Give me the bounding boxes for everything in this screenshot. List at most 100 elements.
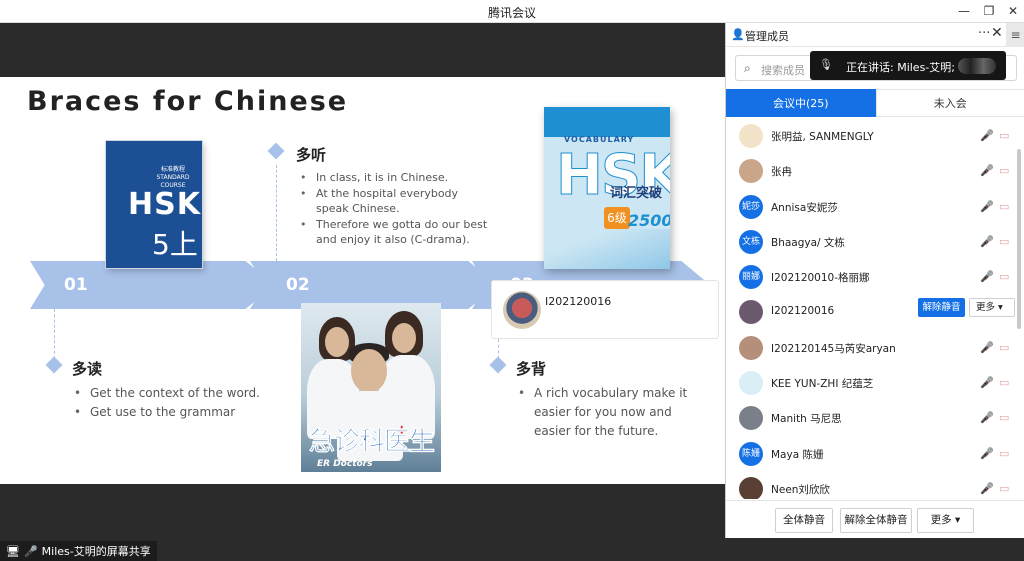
camera-off-icon[interactable]: ▭ xyxy=(999,341,1009,354)
member-name: I202120010-格丽娜 xyxy=(771,270,870,285)
member-name: Maya 陈姗 xyxy=(771,447,823,462)
member-avatar xyxy=(739,477,763,499)
section-heading: 多背 xyxy=(516,358,546,379)
speaker-video-tile[interactable]: I202120016 xyxy=(491,280,719,339)
poster-subtitle: ER Doctors xyxy=(317,459,372,469)
book-top-band xyxy=(544,107,670,137)
member-name: KEE YUN-ZHI 纪蕴芝 xyxy=(771,376,873,391)
section-heading: 多读 xyxy=(72,358,102,379)
book-level: 5上 xyxy=(152,223,198,263)
more-options-icon[interactable]: ··· xyxy=(978,26,990,41)
section-heading: 多听 xyxy=(296,144,326,165)
mic-muted-icon[interactable]: 🎤̸ xyxy=(980,235,994,248)
member-row[interactable]: 张冉 🎤̸ ▭ xyxy=(726,154,1024,189)
member-avatar xyxy=(739,336,763,360)
close-panel-icon[interactable]: ✕ xyxy=(991,25,1003,41)
camera-off-icon[interactable]: ▭ xyxy=(999,235,1009,248)
camera-off-icon[interactable]: ▭ xyxy=(999,447,1009,460)
window-title: 腾讯会议 xyxy=(0,4,1024,21)
member-avatar xyxy=(739,371,763,395)
unmute-all-button[interactable]: 解除全体静音 xyxy=(840,508,912,533)
mic-icon: 🎙 xyxy=(819,58,833,71)
panel-title: 管理成员 xyxy=(745,28,789,44)
member-row[interactable]: 丽娜I202120010-格丽娜🎤̸▭ xyxy=(726,260,1024,295)
member-row[interactable]: 陈姗 Maya 陈姗 🎤̸ ▭ xyxy=(726,437,1024,472)
tab-not-joined[interactable]: 未入会 xyxy=(876,89,1024,117)
member-name: Neen刘欣欣 xyxy=(771,482,830,497)
member-row[interactable]: 文栋 Bhaagya/ 文栋 🎤̸ ▭ xyxy=(726,225,1024,260)
minimize-button[interactable]: — xyxy=(955,3,973,19)
camera-off-icon[interactable]: ▭ xyxy=(999,482,1009,495)
camera-off-icon[interactable]: ▭ xyxy=(999,129,1009,142)
member-name: Bhaagya/ 文栋 xyxy=(771,235,845,250)
camera-off-icon[interactable]: ▭ xyxy=(999,164,1009,177)
camera-off-icon[interactable]: ▭ xyxy=(999,411,1009,424)
mic-muted-icon[interactable]: 🎤̸ xyxy=(980,411,994,424)
member-row[interactable]: 妮莎 Annisa安妮莎 🎤̸ ▭ xyxy=(726,190,1024,225)
footer-more-button[interactable]: 更多 ▾ xyxy=(917,508,974,533)
member-avatar xyxy=(739,406,763,430)
diamond-marker xyxy=(46,357,63,374)
member-avatar: 陈姗 xyxy=(739,442,763,466)
speaker-avatar xyxy=(503,291,541,329)
mic-muted-icon[interactable]: 🎤̸ xyxy=(980,200,994,213)
member-name: I202120016 xyxy=(771,305,834,317)
book-level: 6级 xyxy=(604,207,630,229)
member-row[interactable]: I202120016 解除静音更多 ▾ xyxy=(726,295,1024,330)
mute-all-button[interactable]: 全体静音 xyxy=(775,508,833,533)
mic-icon: 🎤 xyxy=(24,545,38,558)
member-avatar xyxy=(739,300,763,324)
search-placeholder: 搜索成员 xyxy=(761,62,805,78)
bullet-item: In class, it is in Chinese. xyxy=(300,170,490,186)
bullet-item: A rich vocabulary make it easier for you… xyxy=(518,384,708,441)
bullet-item: Therefore we gotta do our best and enjoy… xyxy=(300,217,490,248)
step-number: 02 xyxy=(286,275,310,295)
book-decoration xyxy=(544,229,670,269)
member-avatar: 妮莎 xyxy=(739,195,763,219)
shared-screen: Braces for Chinese 01 02 03 多听 In class,… xyxy=(0,23,725,538)
member-row[interactable]: Manith 马尼思🎤̸▭ xyxy=(726,401,1024,436)
member-row[interactable]: I202120145马芮安aryan🎤̸▭ xyxy=(726,331,1024,366)
er-doctors-poster-image: + 急诊科医生 ER Doctors xyxy=(301,303,441,472)
camera-off-icon[interactable]: ▭ xyxy=(999,270,1009,283)
close-button[interactable]: ✕ xyxy=(1004,3,1022,19)
book-brand: HSK xyxy=(128,187,201,222)
presentation-slide: Braces for Chinese 01 02 03 多听 In class,… xyxy=(0,77,725,484)
member-avatar: 文栋 xyxy=(739,230,763,254)
member-name: 张冉 xyxy=(771,164,792,179)
diamond-marker xyxy=(268,143,285,160)
speaking-toast: 🎙 正在讲话: Miles-艾明; xyxy=(810,51,1006,80)
mic-muted-icon[interactable]: 🎤̸ xyxy=(980,447,994,460)
row-more-button[interactable]: 更多 ▾ xyxy=(969,298,1015,317)
poster-title: 急诊科医生 xyxy=(309,421,434,458)
mic-muted-icon[interactable]: 🎤̸ xyxy=(980,341,994,354)
book-name: 词汇突破 xyxy=(610,182,662,201)
restore-button[interactable]: ❐ xyxy=(980,3,998,19)
slide-title: Braces for Chinese xyxy=(27,86,348,117)
mic-muted-icon[interactable]: 🎤̸ xyxy=(980,376,994,389)
member-row[interactable]: 张明益, SANMENGLY🎤̸▭ xyxy=(726,119,1024,154)
search-icon: ⌕ xyxy=(744,61,751,76)
speaker-thumbnail xyxy=(958,58,996,74)
tab-in-meeting[interactable]: 会议中(25) xyxy=(726,89,876,117)
step-number: 01 xyxy=(64,275,88,295)
mic-muted-icon[interactable]: 🎤̸ xyxy=(980,164,994,177)
unmute-button[interactable]: 解除静音 xyxy=(918,298,965,317)
member-avatar xyxy=(739,124,763,148)
member-row[interactable]: Neen刘欣欣 🎤̸ ▭ xyxy=(726,472,1024,499)
bullet-list: A rich vocabulary make it easier for you… xyxy=(518,384,708,441)
member-list-scrollbar[interactable] xyxy=(1017,149,1021,329)
bullet-list: In class, it is in Chinese. At the hospi… xyxy=(300,170,490,248)
screen-share-icon: 🖥 xyxy=(6,545,20,558)
camera-off-icon[interactable]: ▭ xyxy=(999,376,1009,389)
bullet-item: Get the context of the word. xyxy=(74,384,274,403)
mic-muted-icon[interactable]: 🎤̸ xyxy=(980,270,994,283)
mic-muted-icon[interactable]: 🎤̸ xyxy=(980,129,994,142)
camera-off-icon[interactable]: ▭ xyxy=(999,200,1009,213)
connector-line xyxy=(54,309,55,359)
member-name: Annisa安妮莎 xyxy=(771,200,838,215)
menu-icon[interactable]: ≡ xyxy=(1006,23,1024,47)
share-label: Miles-艾明的屏幕共享 xyxy=(42,543,151,559)
mic-muted-icon[interactable]: 🎤̸ xyxy=(980,482,994,495)
member-row[interactable]: KEE YUN-ZHI 纪蕴芝 🎤̸ ▭ xyxy=(726,366,1024,401)
